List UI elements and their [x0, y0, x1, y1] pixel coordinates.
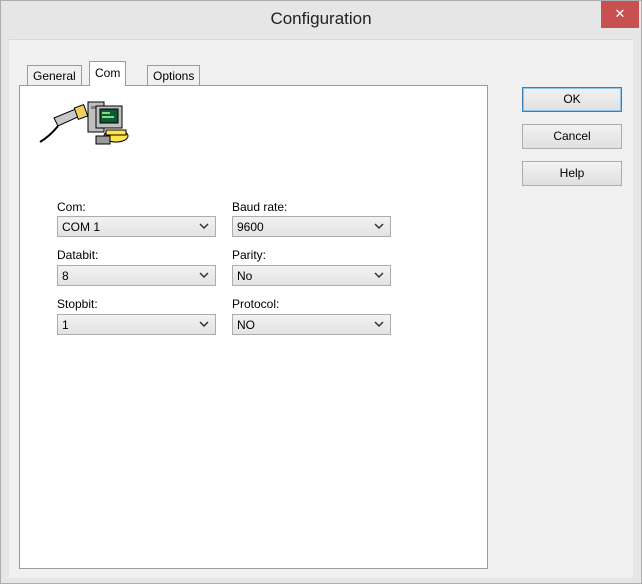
baud-rate-select[interactable]: 9600: [232, 216, 391, 237]
tab-com[interactable]: Com: [89, 61, 127, 86]
chevron-down-icon: [374, 321, 384, 328]
com-select[interactable]: COM 1: [57, 216, 216, 237]
parity-select[interactable]: No: [232, 265, 391, 286]
cancel-button[interactable]: Cancel: [522, 124, 622, 149]
close-button[interactable]: ✕: [601, 1, 639, 28]
protocol-select[interactable]: NO: [232, 314, 391, 335]
chevron-down-icon: [199, 321, 209, 328]
configuration-dialog: Configuration ✕ General Com Options Com:…: [0, 0, 642, 584]
baud-rate-label: Baud rate:: [232, 200, 288, 214]
parity-label: Parity:: [232, 248, 267, 262]
window-title: Configuration: [270, 9, 372, 28]
close-icon: ✕: [614, 6, 626, 21]
com-label: Com:: [57, 200, 86, 214]
serial-connection-computer-icon: [39, 101, 129, 145]
tab-com-label: Com: [95, 66, 121, 80]
tab-general-label: General: [33, 69, 76, 83]
databit-select[interactable]: 8: [57, 265, 216, 286]
help-button[interactable]: Help: [522, 161, 622, 186]
stopbit-value: 1: [62, 318, 69, 332]
tab-options-label: Options: [153, 69, 195, 83]
parity-value: No: [237, 269, 253, 283]
chevron-down-icon: [199, 272, 209, 279]
databit-value: 8: [62, 269, 69, 283]
protocol-label: Protocol:: [232, 297, 280, 311]
com-value: COM 1: [62, 220, 101, 234]
stopbit-label: Stopbit:: [57, 297, 98, 311]
chevron-down-icon: [374, 223, 384, 230]
tab-options[interactable]: Options: [147, 65, 201, 85]
ok-button[interactable]: OK: [522, 87, 622, 112]
chevron-down-icon: [199, 223, 209, 230]
chevron-down-icon: [374, 272, 384, 279]
baud-rate-value: 9600: [237, 220, 264, 234]
title-bar[interactable]: Configuration ✕: [1, 1, 641, 39]
tab-general[interactable]: General: [27, 65, 82, 85]
stopbit-select[interactable]: 1: [57, 314, 216, 335]
databit-label: Databit:: [57, 248, 99, 262]
protocol-value: NO: [237, 318, 255, 332]
